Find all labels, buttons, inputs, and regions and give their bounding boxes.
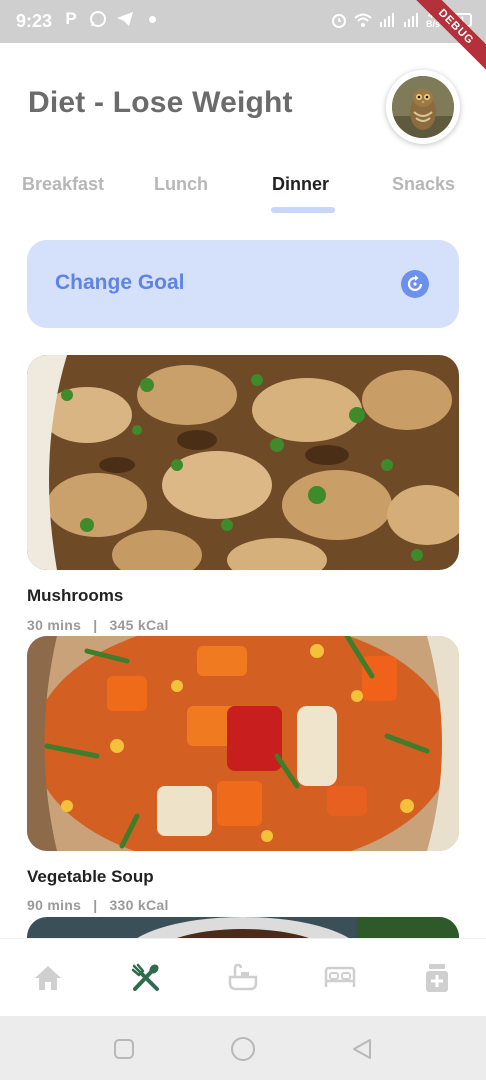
- change-goal-button[interactable]: Change Goal: [27, 240, 459, 328]
- system-nav-bar: [0, 1016, 486, 1080]
- recents-button[interactable]: [111, 1036, 137, 1062]
- meta-separator: |: [93, 897, 98, 913]
- meal-tabs: Breakfast Lunch Dinner Snacks: [0, 174, 486, 218]
- bed-icon: [324, 966, 356, 987]
- fork-spoon-icon: [131, 963, 159, 991]
- back-triangle-icon: [353, 1039, 371, 1059]
- status-bar: 9:23 P 47 B/s 24 DEBUG: [0, 0, 486, 76]
- wifi-icon: [354, 11, 372, 29]
- p-icon: P: [65, 9, 77, 28]
- dot-icon: [149, 15, 156, 23]
- home-button[interactable]: [230, 1036, 256, 1062]
- recipe-calories: 345 kCal: [109, 617, 169, 633]
- bottom-nav: [0, 938, 486, 1016]
- recipe-duration: 30 mins: [27, 617, 82, 633]
- signal-icon: [402, 11, 420, 29]
- avatar[interactable]: [386, 70, 460, 144]
- tab-dinner[interactable]: Dinner: [272, 174, 329, 195]
- notification-icons: P: [62, 9, 156, 28]
- nav-sleep[interactable]: [323, 961, 357, 995]
- status-time: 9:23: [16, 11, 53, 31]
- recipe-title: Mushrooms: [27, 586, 124, 605]
- tab-indicator: [271, 207, 335, 213]
- recipe-duration: 90 mins: [27, 897, 82, 913]
- recipe-image-mushrooms[interactable]: [27, 355, 459, 570]
- square-icon: [114, 1039, 134, 1059]
- tab-breakfast[interactable]: Breakfast: [22, 174, 104, 195]
- nav-home[interactable]: [31, 961, 65, 995]
- nav-bath[interactable]: [226, 961, 260, 995]
- recipe-meta: 90 mins | 330 kCal: [27, 897, 169, 913]
- page-title: Diet - Lose Weight: [28, 86, 293, 119]
- bath-icon: [228, 963, 258, 991]
- recipe-calories: 330 kCal: [109, 897, 169, 913]
- alarm-icon: [330, 11, 348, 29]
- change-goal-label: Change Goal: [55, 271, 185, 294]
- tab-snacks[interactable]: Snacks: [392, 174, 455, 195]
- refresh-icon: [401, 270, 429, 298]
- circle-icon: [231, 1037, 255, 1061]
- owl-avatar: [392, 76, 454, 138]
- back-button[interactable]: [349, 1036, 375, 1062]
- home-icon: [35, 966, 61, 990]
- whatsapp-icon: [89, 10, 107, 28]
- recipe-meta: 30 mins | 345 kCal: [27, 617, 169, 633]
- meta-separator: |: [93, 617, 98, 633]
- recipe-image-vegetable-soup[interactable]: [27, 636, 459, 851]
- nav-diet[interactable]: [129, 961, 163, 995]
- telegram-icon: [116, 10, 134, 28]
- signal-icon: [378, 11, 396, 29]
- nav-medicine[interactable]: [420, 961, 454, 995]
- medicine-icon: [426, 964, 448, 992]
- tab-lunch[interactable]: Lunch: [154, 174, 208, 195]
- tabs-fade: [0, 174, 22, 204]
- recipe-title: Vegetable Soup: [27, 867, 154, 886]
